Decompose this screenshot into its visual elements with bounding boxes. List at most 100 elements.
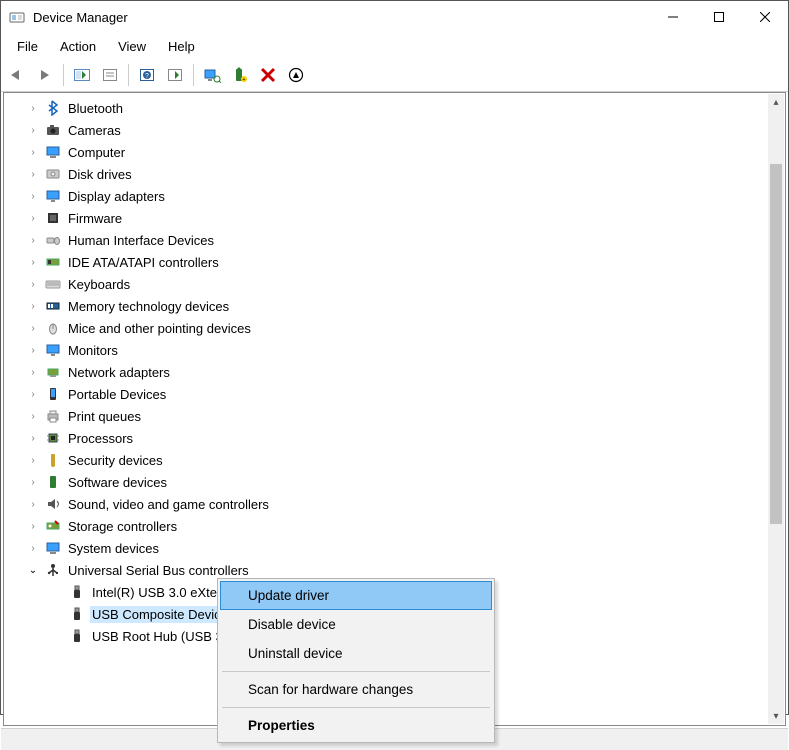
tree-category[interactable]: ›Print queues	[6, 405, 768, 427]
context-menu-scan-hardware[interactable]: Scan for hardware changes	[220, 675, 492, 704]
expander-icon[interactable]: ›	[26, 389, 40, 400]
tree-category[interactable]: › System devices	[6, 537, 768, 559]
svg-text:+: +	[243, 77, 246, 83]
tree-category[interactable]: › Storage controllers	[6, 515, 768, 537]
expander-icon[interactable]: ›	[26, 301, 40, 312]
expander-icon[interactable]: ›	[26, 433, 40, 444]
expander-icon[interactable]: ›	[26, 169, 40, 180]
forward-button[interactable]	[33, 63, 57, 87]
expander-icon[interactable]: ›	[26, 257, 40, 268]
computer-icon	[44, 143, 62, 161]
toolbar: ? +	[1, 61, 788, 92]
memory-icon	[44, 297, 62, 315]
tree-category[interactable]: › Processors	[6, 427, 768, 449]
tree-category[interactable]: ›Firmware	[6, 207, 768, 229]
tree-category-label: Bluetooth	[66, 100, 125, 117]
maximize-button[interactable]	[696, 1, 742, 33]
tree-category[interactable]: ›Software devices	[6, 471, 768, 493]
scan-hardware-button[interactable]	[200, 63, 224, 87]
expander-icon[interactable]: ›	[26, 235, 40, 246]
expander-icon[interactable]: ›	[26, 191, 40, 202]
scroll-up-icon[interactable]: ▴	[768, 94, 784, 110]
vertical-scrollbar[interactable]: ▴ ▾	[768, 94, 784, 724]
tree-category-label: Mice and other pointing devices	[66, 320, 253, 337]
menu-action[interactable]: Action	[50, 35, 106, 58]
disable-device-button[interactable]	[284, 63, 308, 87]
back-button[interactable]	[5, 63, 29, 87]
tree-category[interactable]: › Display adapters	[6, 185, 768, 207]
expander-icon[interactable]: ›	[26, 499, 40, 510]
context-menu-uninstall-device[interactable]: Uninstall device	[220, 639, 492, 668]
expander-icon[interactable]: ›	[26, 455, 40, 466]
expander-icon[interactable]: ›	[26, 323, 40, 334]
tree-category[interactable]: › Computer	[6, 141, 768, 163]
tree-category-label: System devices	[66, 540, 161, 557]
expander-icon[interactable]: ›	[26, 367, 40, 378]
tree-category[interactable]: ›Cameras	[6, 119, 768, 141]
tree-category[interactable]: ›Portable Devices	[6, 383, 768, 405]
menu-view[interactable]: View	[108, 35, 156, 58]
tree-category[interactable]: › IDE ATA/ATAPI controllers	[6, 251, 768, 273]
expander-icon[interactable]: ›	[26, 477, 40, 488]
tree-category-label: Computer	[66, 144, 127, 161]
ide-icon	[44, 253, 62, 271]
expander-icon[interactable]: ›	[26, 103, 40, 114]
minimize-button[interactable]	[650, 1, 696, 33]
tree-category-label: Sound, video and game controllers	[66, 496, 271, 513]
window-title: Device Manager	[33, 10, 650, 25]
close-button[interactable]	[742, 1, 788, 33]
tree-category-label: Processors	[66, 430, 135, 447]
monitor-icon	[44, 341, 62, 359]
expander-icon[interactable]: ›	[26, 125, 40, 136]
expander-icon[interactable]: ›	[26, 543, 40, 554]
expander-icon[interactable]: ›	[26, 147, 40, 158]
tree-category[interactable]: › Bluetooth	[6, 97, 768, 119]
expander-icon[interactable]: ›	[26, 521, 40, 532]
tree-category[interactable]: › Mice and other pointing devices	[6, 317, 768, 339]
expander-icon[interactable]: ›	[26, 345, 40, 356]
tree-category-label: Disk drives	[66, 166, 134, 183]
context-menu-properties[interactable]: Properties	[220, 711, 492, 740]
tree-category[interactable]: ›Human Interface Devices	[6, 229, 768, 251]
tree-category[interactable]: › Keyboards	[6, 273, 768, 295]
tree-category[interactable]: › Monitors	[6, 339, 768, 361]
tree-category-label: Storage controllers	[66, 518, 179, 535]
window-controls	[650, 1, 788, 33]
context-menu-update-driver[interactable]: Update driver	[220, 581, 492, 610]
tree-category-label: Monitors	[66, 342, 120, 359]
tree-category[interactable]: › Memory technology devices	[6, 295, 768, 317]
sound-icon	[44, 495, 62, 513]
help-button[interactable]: ?	[135, 63, 159, 87]
tree-category[interactable]: › Security devices	[6, 449, 768, 471]
action-button[interactable]	[163, 63, 187, 87]
expander-icon[interactable]: ›	[26, 213, 40, 224]
properties-button[interactable]	[98, 63, 122, 87]
menu-help[interactable]: Help	[158, 35, 205, 58]
tree-category-label: IDE ATA/ATAPI controllers	[66, 254, 221, 271]
tree-category-label: Display adapters	[66, 188, 167, 205]
system-icon	[44, 539, 62, 557]
hid-icon	[44, 231, 62, 249]
app-icon	[9, 9, 25, 25]
expander-icon[interactable]: ⌄	[26, 565, 40, 576]
scrollbar-thumb[interactable]	[770, 164, 782, 524]
tree-category[interactable]: › Sound, video and game controllers	[6, 493, 768, 515]
tree-category-label: Memory technology devices	[66, 298, 231, 315]
expander-icon[interactable]: ›	[26, 411, 40, 422]
expander-icon[interactable]: ›	[26, 279, 40, 290]
network-icon	[44, 363, 62, 381]
tree-category[interactable]: › Disk drives	[6, 163, 768, 185]
update-driver-button[interactable]: +	[228, 63, 252, 87]
context-menu-disable-device[interactable]: Disable device	[220, 610, 492, 639]
tree-category-label: Security devices	[66, 452, 165, 469]
show-hide-console-button[interactable]	[70, 63, 94, 87]
software-icon	[44, 473, 62, 491]
tree-category-label: Keyboards	[66, 276, 132, 293]
scroll-down-icon[interactable]: ▾	[768, 708, 784, 724]
display-icon	[44, 187, 62, 205]
tree-category[interactable]: ›Network adapters	[6, 361, 768, 383]
bluetooth-icon	[44, 99, 62, 117]
uninstall-device-button[interactable]	[256, 63, 280, 87]
context-menu: Update driver Disable device Uninstall d…	[217, 578, 495, 743]
menu-file[interactable]: File	[7, 35, 48, 58]
